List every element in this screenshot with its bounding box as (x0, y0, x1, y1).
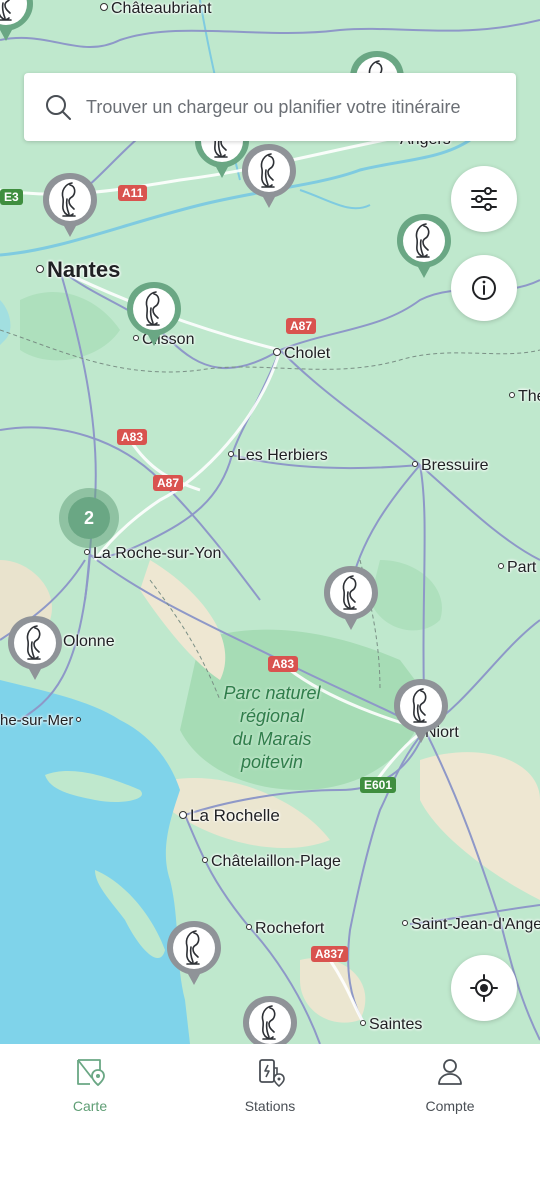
place-cholet: Cholet (273, 345, 330, 363)
station-pin[interactable] (395, 212, 453, 280)
station-pin[interactable] (125, 280, 183, 348)
cluster-count: 2 (68, 497, 110, 539)
station-pin[interactable] (322, 564, 380, 632)
place-nantes: Nantes (36, 259, 120, 281)
place-saint-jean: Saint-Jean-d'Ange (402, 916, 540, 934)
nav-item-carte[interactable]: Carte (30, 1056, 150, 1114)
crosshair-icon (470, 974, 498, 1002)
place-rochefort: Rochefort (246, 920, 324, 938)
map-view[interactable]: Châteaubriant Angers Nantes Clisson Chol… (0, 0, 540, 1044)
road-shield: E3 (0, 189, 23, 205)
user-icon (438, 1059, 462, 1085)
place-saintes: Saintes (360, 1016, 422, 1034)
search-bar[interactable]: Trouver un chargeur ou planifier votre i… (24, 73, 516, 141)
place-the: The (509, 388, 540, 406)
place-chatelaillon: Châtelaillon-Plage (202, 853, 341, 871)
place-chateaubriant: Châteaubriant (100, 0, 212, 18)
filter-button[interactable] (451, 166, 517, 232)
road-shield: A11 (118, 185, 148, 201)
station-pin[interactable] (0, 0, 35, 43)
station-pin[interactable] (241, 994, 299, 1044)
road-shield: A87 (153, 475, 184, 491)
place-bressuire: Bressuire (412, 457, 489, 475)
info-icon (472, 276, 496, 300)
place-les-herbiers: Les Herbiers (228, 447, 328, 465)
place-part: Part (498, 559, 536, 577)
road-shield: E601 (360, 777, 397, 793)
park-label: Parc naturel régional du Marais poitevin (223, 683, 321, 772)
bottom-nav: Carte Stations Compte (0, 1044, 540, 1200)
road-shield: A87 (286, 318, 317, 334)
place-la-roche-sur-yon: La Roche-sur-Yon (84, 545, 221, 563)
station-pin[interactable] (392, 677, 450, 745)
nav-label: Compte (425, 1098, 475, 1114)
road-shield: A837 (311, 946, 348, 962)
place-olonne: Olonne (63, 633, 115, 650)
search-placeholder: Trouver un chargeur ou planifier votre i… (86, 96, 461, 117)
map-pin-icon (77, 1059, 105, 1087)
station-cluster[interactable]: 2 (59, 488, 119, 548)
road-shield: A83 (268, 656, 299, 672)
info-button[interactable] (451, 255, 517, 321)
search-icon (46, 95, 71, 120)
place-sables: he-sur-Mer (0, 712, 84, 730)
nav-label: Stations (244, 1098, 296, 1114)
locate-button[interactable] (451, 955, 517, 1021)
nav-item-compte[interactable]: Compte (390, 1056, 510, 1114)
nav-label: Carte (72, 1098, 108, 1114)
station-pin[interactable] (165, 919, 223, 987)
station-pin[interactable] (6, 614, 64, 682)
sliders-icon (471, 187, 497, 211)
road-shield: A83 (117, 429, 148, 445)
station-pin[interactable] (240, 142, 298, 210)
charging-station-icon (259, 1059, 285, 1088)
nav-item-stations[interactable]: Stations (210, 1056, 330, 1114)
station-pin[interactable] (41, 171, 99, 239)
place-la-rochelle: La Rochelle (179, 807, 280, 825)
